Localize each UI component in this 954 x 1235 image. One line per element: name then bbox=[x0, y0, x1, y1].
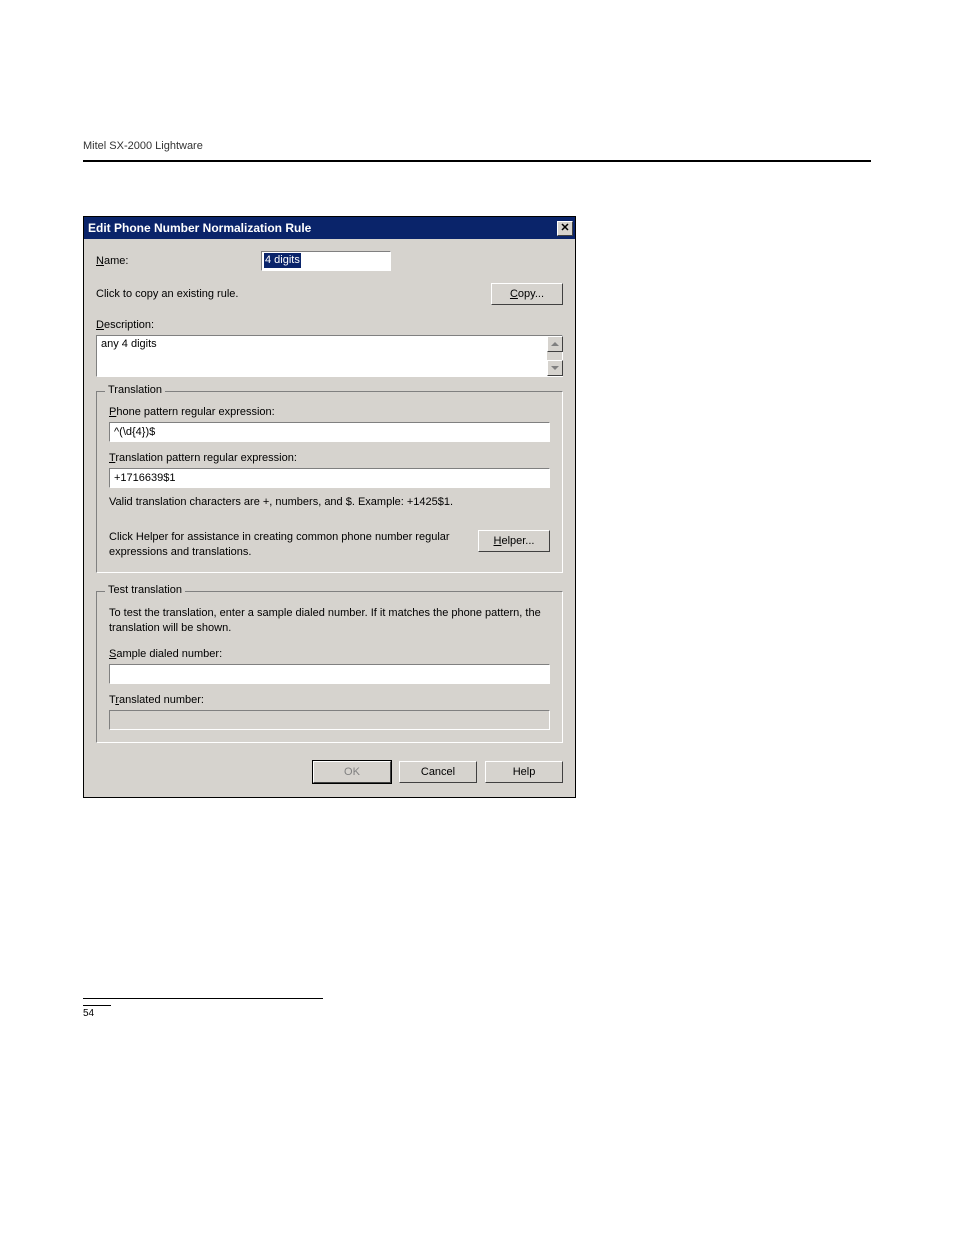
helper-text: Click Helper for assistance in creating … bbox=[109, 530, 468, 560]
phone-pattern-label: Phone pattern regular expression: bbox=[109, 406, 550, 418]
test-legend: Test translation bbox=[105, 584, 185, 596]
running-header: Mitel SX-2000 Lightware bbox=[83, 140, 871, 162]
description-scrollbar[interactable] bbox=[547, 335, 563, 377]
translated-number-label: Translated number: bbox=[109, 694, 550, 706]
translated-number-output bbox=[109, 710, 550, 730]
name-input-value: 4 digits bbox=[264, 253, 301, 268]
help-button[interactable]: Help bbox=[485, 761, 563, 783]
dialog-button-row: OK Cancel Help bbox=[96, 761, 563, 783]
translation-groupbox: Translation Phone pattern regular expres… bbox=[96, 391, 563, 573]
phone-pattern-input[interactable] bbox=[109, 422, 550, 442]
page-number-rule bbox=[83, 1005, 111, 1006]
description-field[interactable]: any 4 digits bbox=[96, 335, 563, 377]
sample-dialed-input[interactable] bbox=[109, 664, 550, 684]
description-textarea[interactable]: any 4 digits bbox=[96, 335, 547, 377]
page-footer: 54 bbox=[83, 998, 871, 1019]
scroll-up-icon[interactable] bbox=[547, 336, 563, 352]
test-translation-groupbox: Test translation To test the translation… bbox=[96, 591, 563, 743]
description-label: Description: bbox=[96, 319, 563, 331]
name-input[interactable]: 4 digits bbox=[261, 251, 391, 271]
name-label: Name: bbox=[96, 255, 261, 267]
cancel-button[interactable]: Cancel bbox=[399, 761, 477, 783]
copy-button[interactable]: Copy... bbox=[491, 283, 563, 305]
edit-rule-dialog: Edit Phone Number Normalization Rule ✕ N… bbox=[83, 216, 576, 798]
translation-pattern-input[interactable] bbox=[109, 468, 550, 488]
ok-button[interactable]: OK bbox=[313, 761, 391, 783]
close-icon[interactable]: ✕ bbox=[557, 221, 573, 236]
translation-hint: Valid translation characters are +, numb… bbox=[109, 496, 550, 508]
dialog-titlebar[interactable]: Edit Phone Number Normalization Rule ✕ bbox=[84, 217, 575, 239]
copy-hint: Click to copy an existing rule. bbox=[96, 288, 238, 300]
translation-legend: Translation bbox=[105, 384, 165, 396]
dialog-title: Edit Phone Number Normalization Rule bbox=[88, 221, 311, 235]
translation-pattern-label: Translation pattern regular expression: bbox=[109, 452, 550, 464]
footnote-rule bbox=[83, 998, 323, 999]
helper-button[interactable]: Helper... bbox=[478, 530, 550, 552]
scroll-down-icon[interactable] bbox=[547, 360, 563, 376]
test-intro: To test the translation, enter a sample … bbox=[109, 606, 550, 636]
sample-dialed-label: Sample dialed number: bbox=[109, 648, 550, 660]
page-number: 54 bbox=[83, 1008, 871, 1019]
